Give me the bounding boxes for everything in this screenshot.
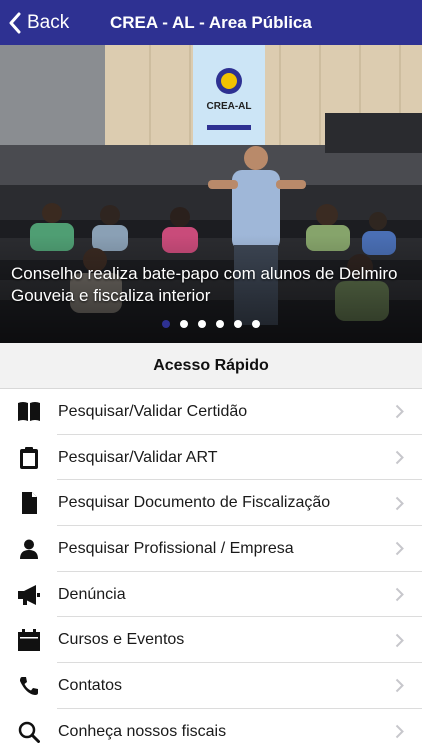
carousel-page-indicator[interactable] [0,320,422,330]
menu-item-certidao[interactable]: Pesquisar/Validar Certidão [0,389,422,435]
menu-item-label: Denúncia [58,585,126,603]
menu-item-label: Pesquisar/Validar ART [58,448,218,466]
news-headline[interactable]: Conselho realiza bate-papo com alunos de… [11,263,411,307]
chevron-right-icon [395,633,404,647]
chevron-right-icon [395,724,404,739]
chevron-right-icon [395,542,404,556]
page-dot[interactable] [162,320,170,328]
chevron-right-icon [395,587,404,602]
menu-item-fiscais[interactable]: Conheça nossos fiscais [0,709,422,755]
news-carousel[interactable]: CREA-AL Conselho realiza bate-papo com a… [0,45,422,343]
menu-item-label: Cursos e Eventos [58,631,185,649]
menu-item-label: Pesquisar Documento de Fiscalização [58,494,331,512]
book-icon [17,400,41,424]
back-label: Back [27,11,70,33]
back-button[interactable]: Back [8,0,69,45]
quick-access-header: Acesso Rápido [0,343,422,389]
page-dot[interactable] [252,320,260,328]
chevron-right-icon [395,496,404,510]
chevron-right-icon [395,450,404,465]
menu-item-denuncia[interactable]: Denúncia [0,572,422,618]
quick-access-list: Pesquisar/Validar Certidão Pesquisar/Val… [0,389,422,755]
person-icon [17,537,41,561]
menu-item-label: Pesquisar Profissional / Empresa [58,539,294,557]
page-dot[interactable] [216,320,224,328]
clipboard-icon [17,446,41,470]
chevron-right-icon [395,405,404,419]
page-title: CREA - AL - Area Pública [110,12,312,32]
menu-item-label: Pesquisar/Validar Certidão [58,402,248,420]
menu-item-profissional[interactable]: Pesquisar Profissional / Empresa [0,526,422,572]
menu-item-label: Contatos [58,676,123,694]
menu-item-label: Conheça nossos fiscais [58,722,227,740]
search-icon [17,720,41,744]
calendar-icon [17,628,41,652]
chevron-left-icon [9,12,21,33]
chevron-right-icon [395,679,404,693]
navigation-bar: Back CREA - AL - Area Pública [0,0,422,45]
menu-item-fiscalizacao[interactable]: Pesquisar Documento de Fiscalização [0,480,422,526]
megaphone-icon [17,583,41,607]
page-dot[interactable] [180,320,188,328]
menu-item-contatos[interactable]: Contatos [0,663,422,709]
menu-item-cursos[interactable]: Cursos e Eventos [0,617,422,663]
menu-item-art[interactable]: Pesquisar/Validar ART [0,435,422,481]
document-icon [17,491,41,515]
banner-text: CREA-AL [207,101,252,112]
phone-icon [17,674,41,698]
page-dot[interactable] [198,320,206,328]
page-dot[interactable] [234,320,242,328]
